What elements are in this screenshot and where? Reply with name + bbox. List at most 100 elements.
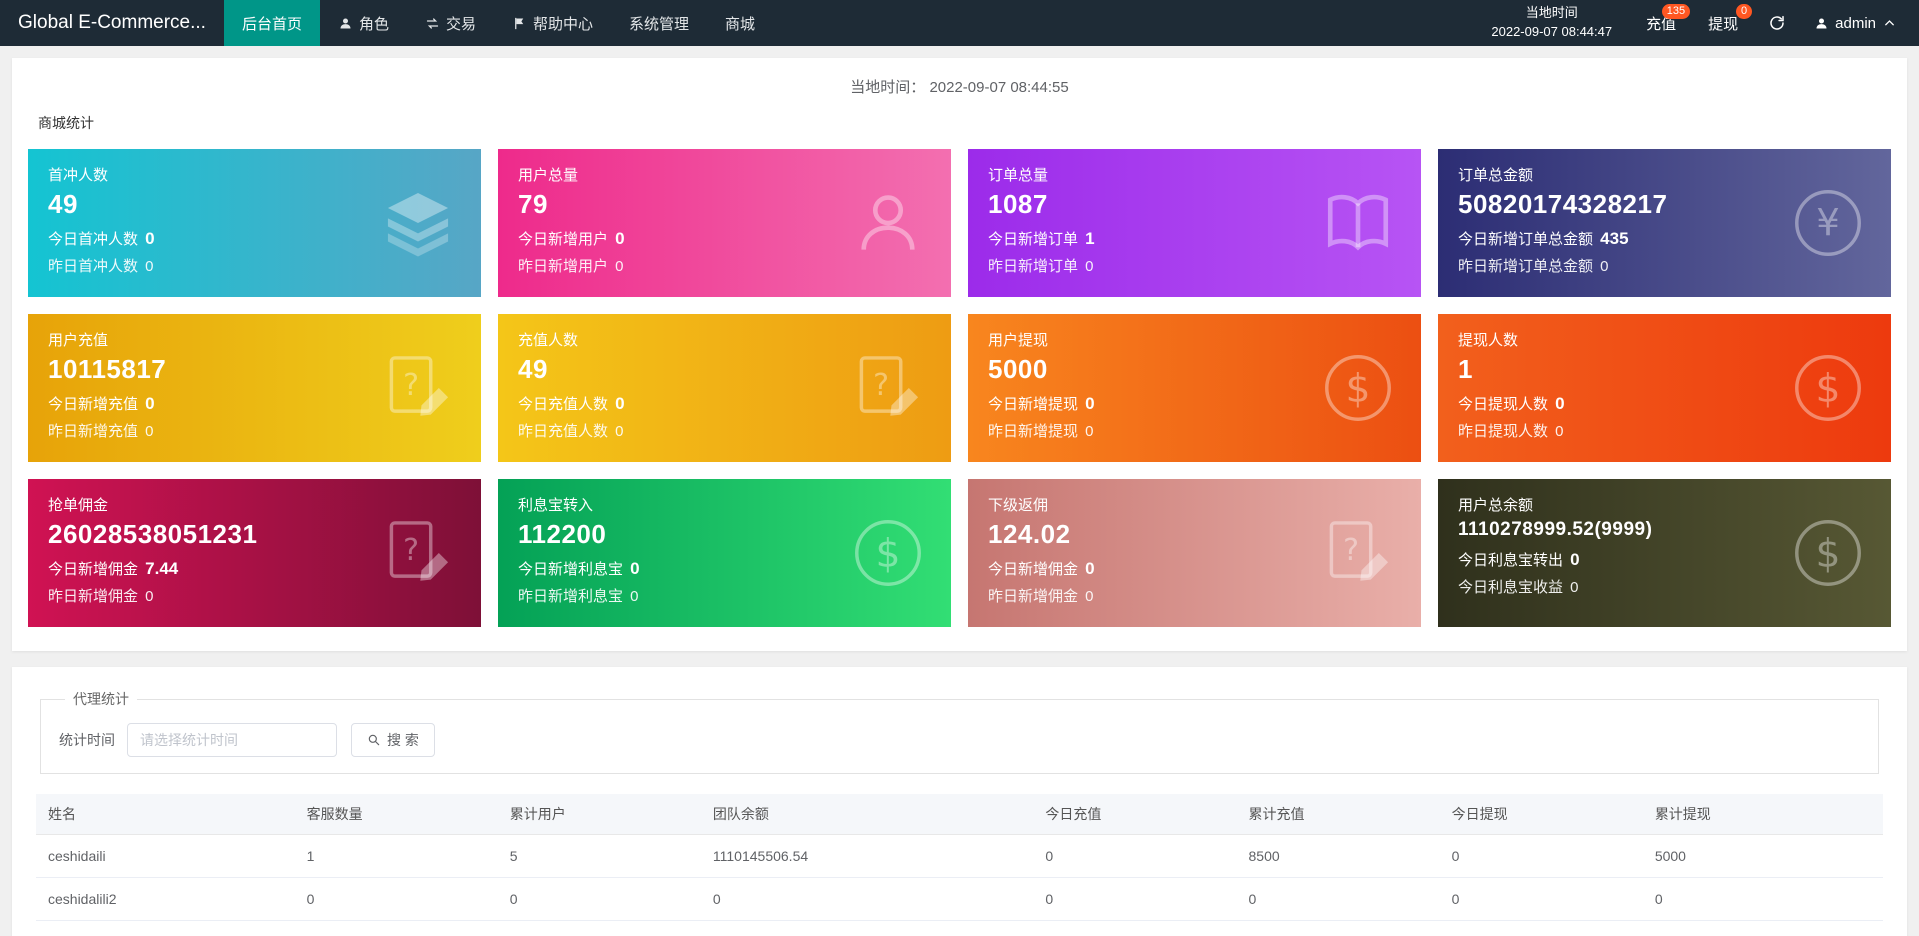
app-logo: Global E-Commerce... [18, 12, 206, 33]
card-title: 订单总量 [988, 167, 1049, 184]
card-title: 抢单佣金 [48, 497, 109, 514]
search-icon [367, 733, 381, 747]
svg-text:?: ? [1343, 533, 1359, 568]
layers-icon [381, 186, 455, 260]
user-icon [1814, 16, 1829, 31]
navbar-local-time: 当地时间 2022-09-07 08:44:47 [1473, 4, 1630, 42]
svg-text:?: ? [403, 368, 419, 403]
stats-cards: 首冲人数 49 今日首冲人数 0 昨日首冲人数 0 用户总量 79 今日新增用户 0 昨日新增… [28, 149, 1891, 627]
table-cell: 0 [1033, 877, 1237, 921]
nav-item-mall[interactable]: 商城 [707, 0, 773, 46]
doc-pen-icon: ? [851, 351, 925, 425]
table-cell: ceshidalili2 [36, 877, 295, 921]
withdraw-label: 提现 [1708, 15, 1739, 33]
svg-text:¥: ¥ [1816, 202, 1840, 245]
recharge-badge: 135 [1661, 4, 1691, 19]
agent-table-head-row: 姓名 客服数量 累计用户 团队余额 今日充值 累计充值 今日提现 累计提现 [36, 794, 1883, 835]
withdraw-badge: 0 [1736, 4, 1753, 19]
flag-icon [512, 16, 527, 31]
card-title: 用户充值 [48, 332, 109, 349]
table-cell: 0 [1236, 920, 1440, 936]
refresh-icon[interactable] [1768, 14, 1786, 32]
table-cell: 0 [700, 877, 1034, 921]
search-button-label: 搜 索 [387, 732, 419, 748]
table-cell: 1 [294, 834, 498, 878]
nav-item-label: 商城 [725, 15, 756, 33]
stat-time-input[interactable] [127, 723, 337, 757]
nav-item-trade[interactable]: 交易 [407, 0, 494, 46]
card-title: 首冲人数 [48, 167, 109, 184]
card-title: 用户总量 [518, 167, 579, 184]
stats-panel: 当地时间： 2022-09-07 08:44:55 商城统计 首冲人数 49 今日首… [12, 58, 1907, 651]
withdraw-button[interactable]: 提现 0 [1692, 0, 1754, 46]
agent-table-body: ceshidaili 1 5 1110145506.54 0 8500 0 5000 ceshi… [36, 834, 1883, 936]
stat-card-sub-rebate: 下级返佣 124.02 今日新增佣金 0 昨日新增佣金 0? [968, 479, 1421, 627]
svg-text:$: $ [875, 532, 900, 577]
stat-card-interest-transfer-in: 利息宝转入 112200 今日新增利息宝 0 昨日新增利息宝 0 $ [498, 479, 951, 627]
doc-pen-icon: ? [381, 351, 455, 425]
stat-card-withdraw-users: 提现人数 1 今日提现人数 0 昨日提现人数 0 $ [1438, 314, 1891, 462]
card-title: 充值人数 [518, 332, 579, 349]
nav-item-system[interactable]: 系统管理 [611, 0, 707, 46]
dollar-icon: $ [1791, 351, 1865, 425]
table-cell: 1110145506.54 [700, 834, 1034, 878]
card-title: 订单总金额 [1458, 167, 1534, 184]
table-cell: 5 [497, 834, 701, 878]
agent-panel: 代理统计 统计时间 搜 索 姓名客服数量累计用户团队余额今日充值累计充值今日提现… [12, 667, 1907, 936]
book-icon [1321, 186, 1395, 260]
dollar-icon: $ [851, 516, 925, 590]
nav-item-label: 角色 [358, 15, 389, 33]
search-button[interactable]: 搜 索 [351, 723, 435, 757]
table-cell: 0 [700, 920, 1034, 936]
nav-item-roles[interactable]: 角色 [320, 0, 407, 46]
column-header: 客服数量 [294, 794, 498, 835]
table-cell: 0 [1236, 877, 1440, 921]
navbar-local-time-value: 2022-09-07 08:44:47 [1491, 24, 1613, 39]
user-menu[interactable]: admin [1800, 15, 1897, 32]
stat-card-total-orders: 订单总量 1087 今日新增订单 1 昨日新增订单 0 [968, 149, 1421, 297]
nav-item-label: 系统管理 [629, 15, 690, 33]
stat-card-first-charge-users: 首冲人数 49 今日首冲人数 0 昨日首冲人数 0 [28, 149, 481, 297]
recharge-button[interactable]: 充值 135 [1630, 0, 1692, 46]
nav-item-home[interactable]: 后台首页 [223, 0, 320, 46]
chevron-up-icon [1882, 16, 1897, 31]
doc-pen-icon: ? [381, 516, 455, 590]
nav-item-label: 后台首页 [241, 15, 302, 33]
stat-card-order-commission: 抢单佣金 26028538051231 今日新增佣金 7.44 昨日新增佣金 0? [28, 479, 481, 627]
svg-text:?: ? [873, 368, 889, 403]
agent-table: 姓名 客服数量 累计用户 团队余额 今日充值 累计充值 今日提现 累计提现 ceshidail… [36, 794, 1883, 936]
table-cell: 0 [1439, 920, 1643, 936]
column-header: 累计充值 [1236, 794, 1440, 835]
table-cell: 0 [1033, 834, 1237, 878]
stat-card-recharge-users: 充值人数 49 今日充值人数 0 昨日充值人数 0? [498, 314, 951, 462]
card-title: 用户总余额 [1458, 497, 1534, 514]
stats-section-title: 商城统计 [38, 115, 94, 131]
table-cell: 0 [294, 920, 498, 936]
dollar-icon: $ [1791, 516, 1865, 590]
card-title: 利息宝转入 [518, 497, 594, 514]
table-cell: 0 [1033, 920, 1237, 936]
table-cell: 0 [497, 920, 701, 936]
table-cell: 0 [294, 877, 498, 921]
card-title: 提现人数 [1458, 332, 1519, 349]
table-cell: 5000 [1642, 834, 1883, 878]
doc-pen-icon: ? [1321, 516, 1395, 590]
stat-card-user-recharge: 用户充值 10115817 今日新增充值 0 昨日新增充值 0? [28, 314, 481, 462]
user-name: admin [1835, 14, 1876, 32]
nav-menu: 后台首页 角色 交易 帮助中心 系统管理 商城 [223, 0, 773, 46]
top-navbar: Global E-Commerce... 后台首页 角色 交易 帮助中心 系统管理 商城 … [0, 0, 1919, 46]
yen-icon: ¥ [1791, 186, 1865, 260]
main-local-time-label: 当地时间： [850, 79, 926, 96]
card-title: 下级返佣 [988, 497, 1049, 514]
column-header: 团队余额 [700, 794, 1034, 835]
card-title: 用户提现 [988, 332, 1049, 349]
agent-stats-legend: 代理统计 [73, 691, 129, 707]
table-cell: a00001 [36, 920, 295, 936]
table-row: ceshidaili 1 5 1110145506.54 0 8500 0 5000 [36, 834, 1883, 878]
table-row: a000010000000 [36, 920, 1883, 936]
table-cell: 0 [497, 877, 701, 921]
person-icon [851, 186, 925, 260]
main-local-time-value: 2022-09-07 08:44:55 [929, 79, 1069, 96]
svg-text:$: $ [1815, 532, 1840, 577]
nav-item-help-center[interactable]: 帮助中心 [494, 0, 611, 46]
